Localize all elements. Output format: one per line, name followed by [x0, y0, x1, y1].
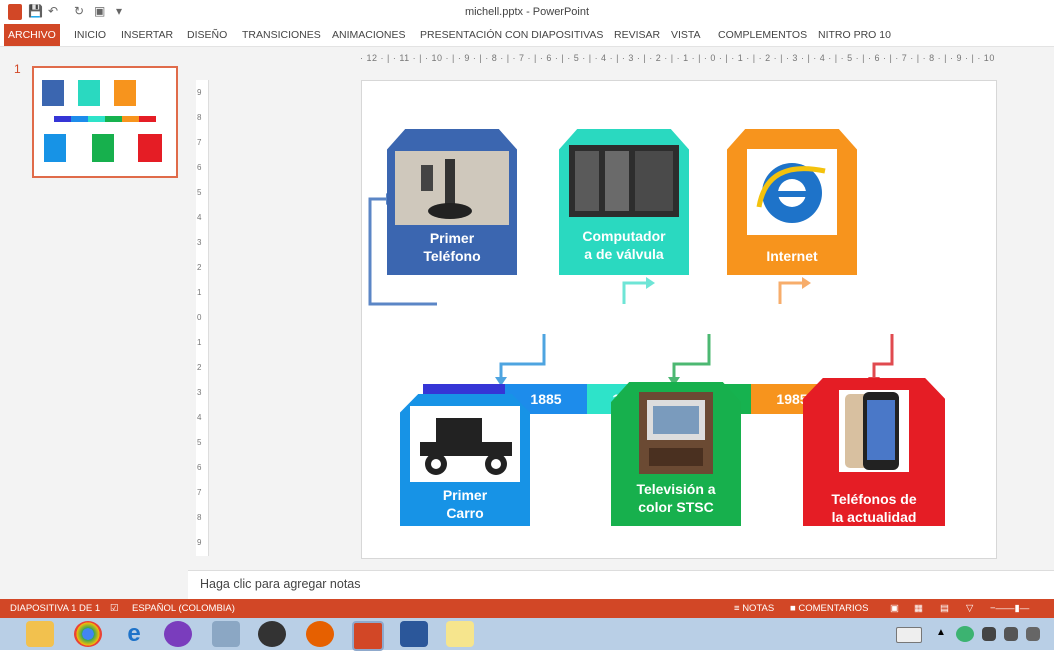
tab-vista[interactable]: VISTA	[671, 29, 701, 41]
app-icon[interactable]	[212, 621, 240, 647]
volume-icon[interactable]	[1004, 627, 1018, 641]
chevron-up-icon[interactable]: ▲	[936, 627, 946, 653]
vertical-ruler-tick: 4	[197, 413, 202, 422]
card-label: Internet	[766, 248, 818, 264]
vertical-ruler-tick: 8	[197, 513, 202, 522]
tray-app-icon[interactable]	[956, 626, 974, 642]
taskbar: e ▲	[0, 618, 1054, 653]
slideshow-icon[interactable]: ▽	[966, 603, 973, 614]
keyboard-icon[interactable]	[896, 627, 922, 643]
computer-icon	[569, 145, 679, 217]
ribbon-tabs: ARCHIVO INICIO INSERTAR DISEÑO TRANSICIO…	[0, 24, 1054, 47]
card-computador[interactable]: Computador a de válvula	[559, 129, 689, 275]
title-bar: 💾 ↶ ↻ ▣ ▾ michell.pptx - PowerPoint	[0, 0, 1054, 24]
telephone-icon	[395, 151, 509, 225]
tab-insertar[interactable]: INSERTAR	[121, 29, 173, 41]
vertical-ruler-tick: 0	[197, 313, 202, 322]
vertical-ruler-tick: 9	[197, 88, 202, 97]
vertical-ruler-tick: 2	[197, 363, 202, 372]
card-primer-carro[interactable]: Primer Carro	[400, 394, 530, 526]
notes-placeholder[interactable]: Haga clic para agregar notas	[200, 577, 361, 591]
tab-nitro[interactable]: NITRO PRO 10	[818, 29, 891, 41]
slide-thumbnail[interactable]	[32, 66, 178, 178]
skype-icon[interactable]	[164, 621, 192, 647]
vertical-ruler-tick: 5	[197, 438, 202, 447]
vertical-ruler-tick: 5	[197, 188, 202, 197]
comments-button-label: COMENTARIOS	[798, 603, 869, 614]
card-television[interactable]: Televisión a color STSC	[611, 382, 741, 526]
tab-presentacion[interactable]: PRESENTACIÓN CON DIAPOSITIVAS	[420, 29, 603, 41]
tab-diseno[interactable]: DISEÑO	[187, 29, 227, 41]
language-indicator[interactable]: ESPAÑOL (COLOMBIA)	[132, 603, 235, 614]
notes-pane[interactable]: Haga clic para agregar notas	[188, 570, 1054, 600]
spellcheck-icon[interactable]: ☑	[110, 603, 119, 614]
tv-icon	[639, 392, 713, 474]
card-label: Teléfonos de la actualidad	[831, 491, 917, 525]
signal-icon[interactable]	[1026, 627, 1040, 641]
sticky-notes-icon[interactable]	[446, 621, 474, 647]
vertical-ruler-tick: 7	[197, 138, 202, 147]
media-icon[interactable]	[258, 621, 286, 647]
vertical-ruler-tick: 3	[197, 388, 202, 397]
tab-revisar[interactable]: REVISAR	[614, 29, 660, 41]
tab-archivo[interactable]: ARCHIVO	[4, 24, 60, 46]
firefox-icon[interactable]	[306, 621, 334, 647]
internet-explorer-icon	[747, 149, 837, 235]
vertical-ruler-tick: 6	[197, 163, 202, 172]
card-label: Primer Carro	[442, 487, 488, 521]
vertical-ruler-tick: 9	[197, 538, 202, 547]
notes-button-label: NOTAS	[742, 603, 775, 614]
notes-button[interactable]: ≡ NOTAS	[734, 603, 774, 614]
slide-number: 1	[14, 62, 21, 76]
card-primer-telefono[interactable]: Primer Teléfono	[387, 129, 517, 275]
tab-animaciones[interactable]: ANIMACIONES	[332, 29, 406, 41]
vertical-ruler-tick: 1	[197, 338, 202, 347]
vertical-ruler-tick: 6	[197, 463, 202, 472]
vertical-ruler: 9 8 7 6 5 4 3 2 1 0 1 2 3 4 5 6 7 8 9	[196, 80, 209, 556]
slide-info: DIAPOSITIVA 1 DE 1	[10, 603, 101, 614]
card-telefonos-actualidad[interactable]: Teléfonos de la actualidad	[803, 378, 945, 526]
normal-view-icon[interactable]: ▣	[890, 603, 899, 614]
powerpoint-icon[interactable]	[352, 621, 384, 651]
car-icon	[410, 406, 520, 482]
vertical-ruler-tick: 1	[197, 288, 202, 297]
window-title: michell.pptx - PowerPoint	[464, 6, 590, 18]
file-explorer-icon[interactable]	[26, 621, 54, 647]
smartphone-icon	[839, 390, 909, 472]
reading-view-icon[interactable]: ▤	[940, 603, 949, 614]
card-label: Primer Teléfono	[423, 230, 481, 264]
comments-button[interactable]: ■ COMENTARIOS	[790, 603, 868, 614]
word-icon[interactable]	[400, 621, 428, 647]
vertical-ruler-tick: 7	[197, 488, 202, 497]
horizontal-ruler: · 12 · | · 11 · | · 10 · | · 9 · | · 8 ·…	[360, 53, 996, 63]
zoom-slider[interactable]: −——▮—	[990, 603, 1029, 614]
internet-explorer-icon[interactable]: e	[120, 621, 148, 647]
status-bar: DIAPOSITIVA 1 DE 1 ☑ ESPAÑOL (COLOMBIA) …	[0, 599, 1054, 618]
chrome-icon[interactable]	[74, 621, 102, 647]
thumbnail-preview	[42, 80, 162, 162]
network-icon[interactable]	[982, 627, 996, 641]
tab-complementos[interactable]: COMPLEMENTOS	[718, 29, 807, 41]
slide-sorter-icon[interactable]: ▦	[914, 603, 923, 614]
card-label: Computador a de válvula	[582, 228, 666, 262]
vertical-ruler-tick: 3	[197, 238, 202, 247]
tab-transiciones[interactable]: TRANSICIONES	[242, 29, 321, 41]
card-label: Televisión a color STSC	[636, 481, 716, 515]
vertical-ruler-tick: 4	[197, 213, 202, 222]
slide-canvas[interactable]: Primer Teléfono Computador a de válvula In…	[361, 80, 997, 559]
card-internet[interactable]: Internet	[727, 129, 857, 275]
vertical-ruler-tick: 8	[197, 113, 202, 122]
tab-inicio[interactable]: INICIO	[74, 29, 106, 41]
vertical-ruler-tick: 2	[197, 263, 202, 272]
